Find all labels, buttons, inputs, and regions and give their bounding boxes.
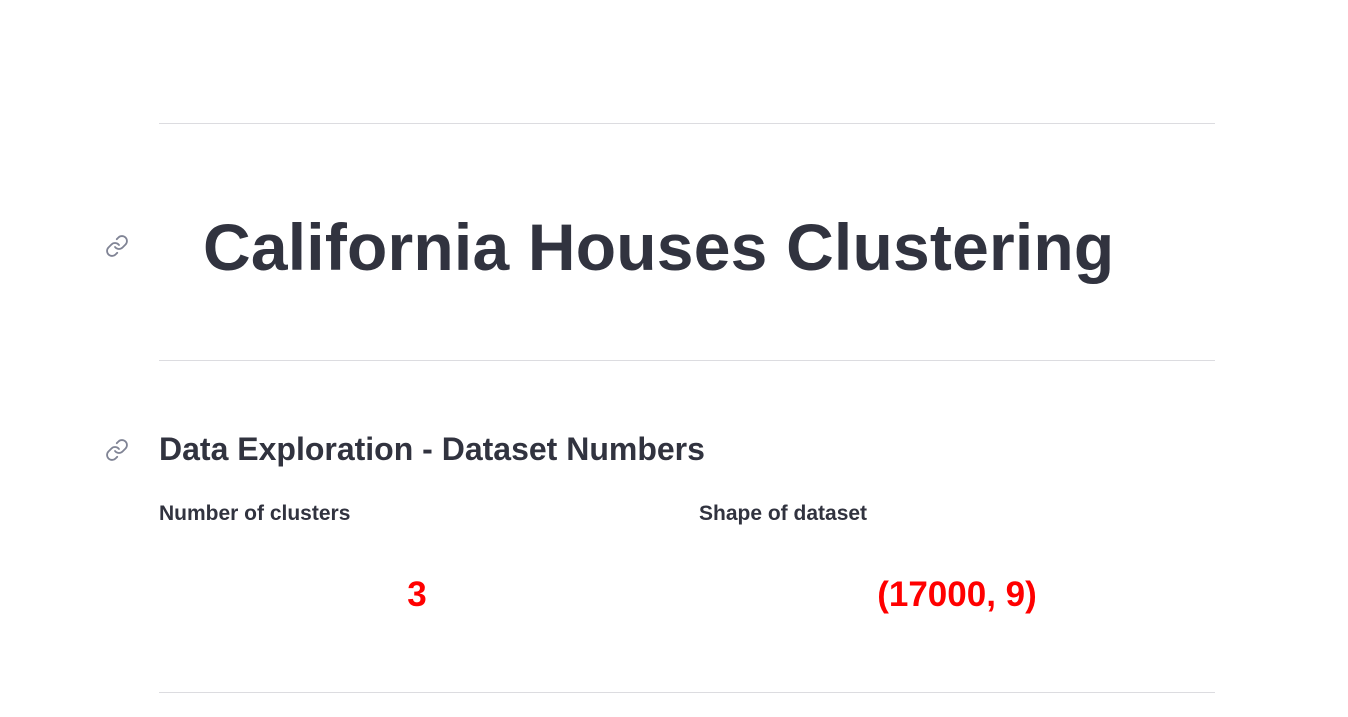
metric-value-clusters: 3 bbox=[407, 575, 427, 614]
metric-label-shape: Shape of dataset bbox=[699, 502, 868, 525]
title-link-icon[interactable] bbox=[104, 233, 130, 259]
metric-label-clusters: Number of clusters bbox=[159, 502, 351, 525]
app-page: California Houses Clustering Data Explor… bbox=[0, 0, 1348, 717]
section-heading: Data Exploration - Dataset Numbers bbox=[159, 431, 705, 467]
title-divider bbox=[159, 360, 1215, 361]
page-title: California Houses Clustering bbox=[203, 210, 1115, 284]
section-link-icon[interactable] bbox=[104, 437, 130, 463]
bottom-divider bbox=[159, 692, 1215, 693]
top-divider bbox=[159, 123, 1215, 124]
metric-value-shape: (17000, 9) bbox=[877, 575, 1037, 614]
